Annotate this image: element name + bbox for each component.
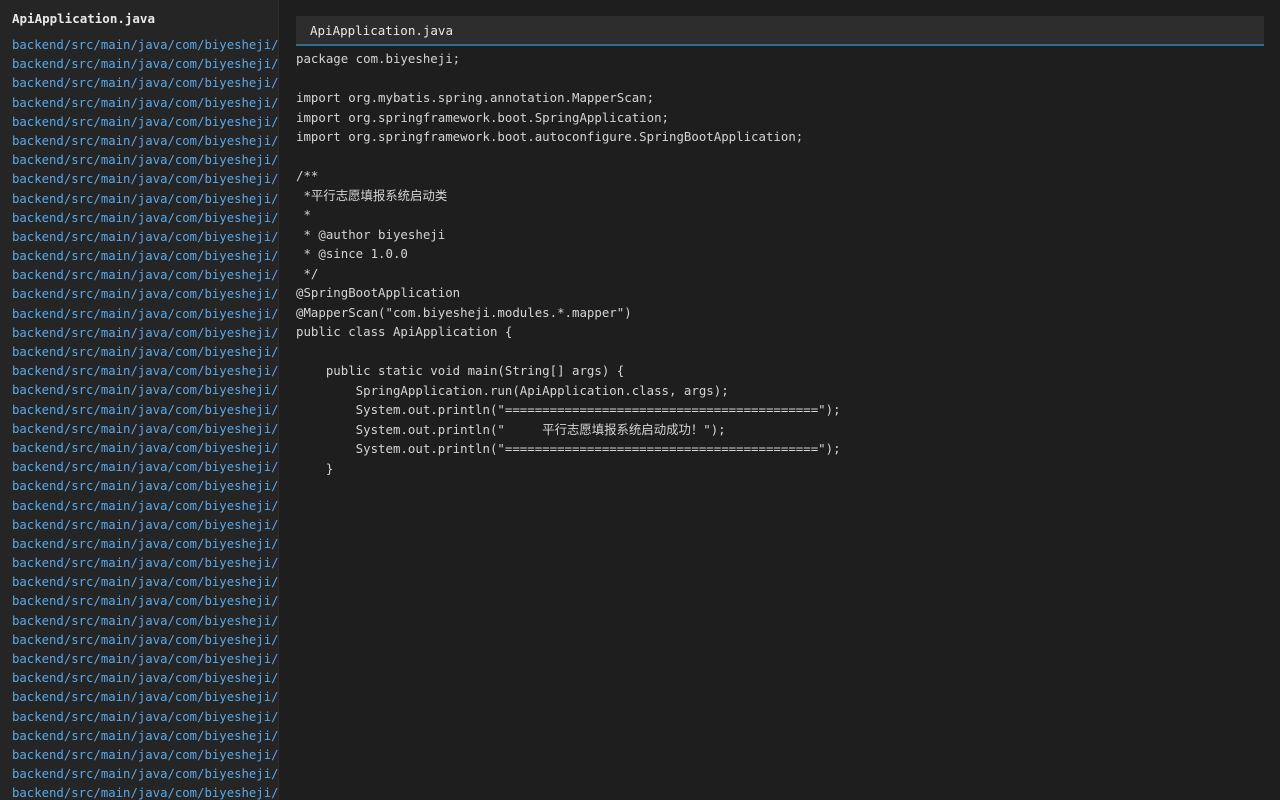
file-list-item[interactable]: backend/src/main/java/com/biyesheji/c — [12, 132, 278, 151]
code-line: import org.springframework.boot.SpringAp… — [296, 109, 669, 125]
file-list-item[interactable]: backend/src/main/java/com/biyesheji/c — [12, 113, 278, 132]
code-line: System.out.println("====================… — [296, 441, 841, 456]
code-line: *平行志愿填报系统启动类 — [296, 187, 448, 203]
code-line: SpringApplication.run(ApiApplication.cla… — [296, 382, 729, 398]
file-list-item[interactable]: backend/src/main/java/com/biyesheji/m — [12, 784, 278, 800]
code-line: @MapperScan("com.biyesheji.modules.*.map… — [296, 304, 632, 320]
code-line: * — [296, 207, 311, 222]
tab-api-application[interactable]: ApiApplication.java — [310, 23, 453, 38]
editor-panel: ApiApplication.java package com.biyeshej… — [296, 16, 1264, 800]
code-line: /** — [296, 168, 319, 183]
code-line: import org.mybatis.spring.annotation.Map… — [296, 90, 655, 105]
file-list-item[interactable]: backend/src/main/java/com/biyesheji/c — [12, 477, 278, 496]
file-list-item[interactable]: backend/src/main/java/com/biyesheji/c — [12, 209, 278, 228]
file-list-item[interactable]: backend/src/main/java/com/biyesheji/c — [12, 94, 278, 113]
file-list-item[interactable]: backend/src/main/java/com/biyesheji/m — [12, 688, 278, 707]
file-list-item[interactable]: backend/src/main/java/com/biyesheji/m — [12, 727, 278, 746]
file-list-item[interactable]: backend/src/main/java/com/biyesheji/m — [12, 592, 278, 611]
code-line: package com.biyesheji; — [296, 51, 461, 66]
file-list-item[interactable]: backend/src/main/java/com/biyesheji/A — [12, 36, 278, 55]
file-list-item[interactable]: backend/src/main/java/com/biyesheji/m — [12, 631, 278, 650]
file-list-item[interactable]: backend/src/main/java/com/biyesheji/c — [12, 381, 278, 400]
file-list-item[interactable]: backend/src/main/java/com/biyesheji/c — [12, 497, 278, 516]
app-window: ApiApplication.java backend/src/main/jav… — [0, 0, 1280, 800]
code-line: * @author biyesheji — [296, 226, 446, 242]
file-list-item[interactable]: backend/src/main/java/com/biyesheji/c — [12, 554, 278, 573]
code-line: public static void main(String[] args) { — [296, 363, 625, 378]
file-list-item[interactable]: backend/src/main/java/com/biyesheji/c — [12, 439, 278, 458]
code-line: System.out.println("====================… — [296, 402, 841, 417]
file-list-item[interactable]: backend/src/main/java/com/biyesheji/c — [12, 458, 278, 477]
code-line: import org.springframework.boot.autoconf… — [296, 129, 804, 144]
tab-bar: ApiApplication.java — [296, 16, 1264, 46]
code-line: public class ApiApplication { — [296, 324, 513, 339]
file-list-item[interactable]: backend/src/main/java/com/biyesheji/c — [12, 247, 278, 266]
code-line: * @since 1.0.0 — [296, 246, 408, 261]
file-list-item[interactable]: backend/src/main/java/com/biyesheji/m — [12, 746, 278, 765]
file-list-item[interactable]: backend/src/main/java/com/biyesheji/c — [12, 285, 278, 304]
file-list-item[interactable]: backend/src/main/java/com/biyesheji/c — [12, 151, 278, 170]
file-list-item[interactable]: backend/src/main/java/com/biyesheji/c — [12, 324, 278, 343]
code-line: } — [296, 460, 334, 476]
file-list-item[interactable]: backend/src/main/java/com/biyesheji/c — [12, 573, 278, 592]
code-editor[interactable]: package com.biyesheji; import org.mybatis… — [296, 49, 1264, 478]
file-list-item[interactable]: backend/src/main/java/com/biyesheji/c — [12, 170, 278, 189]
file-list-item[interactable]: backend/src/main/java/com/biyesheji/m — [12, 708, 278, 727]
code-line: */ — [296, 265, 319, 281]
file-list-item[interactable]: backend/src/main/java/com/biyesheji/c — [12, 55, 278, 74]
file-list-item[interactable]: backend/src/main/java/com/biyesheji/c — [12, 266, 278, 285]
file-list-item[interactable]: backend/src/main/java/com/biyesheji/c — [12, 401, 278, 420]
file-list-item[interactable]: backend/src/main/java/com/biyesheji/c — [12, 362, 278, 381]
code-line: @SpringBootApplication — [296, 285, 461, 300]
file-list-item[interactable]: backend/src/main/java/com/biyesheji/c — [12, 343, 278, 362]
sidebar-title: ApiApplication.java — [12, 11, 155, 26]
file-list-item[interactable]: backend/src/main/java/com/biyesheji/c — [12, 74, 278, 93]
file-list-item[interactable]: backend/src/main/java/com/biyesheji/c — [12, 305, 278, 324]
file-sidebar: ApiApplication.java backend/src/main/jav… — [0, 0, 279, 800]
file-list: backend/src/main/java/com/biyesheji/A bac… — [12, 36, 278, 800]
file-list-item[interactable]: backend/src/main/java/com/biyesheji/c — [12, 190, 278, 209]
file-list-item[interactable]: backend/src/main/java/com/biyesheji/c — [12, 516, 278, 535]
file-list-item[interactable]: backend/src/main/java/com/biyesheji/c — [12, 420, 278, 439]
file-list-item[interactable]: backend/src/main/java/com/biyesheji/m — [12, 669, 278, 688]
file-list-item[interactable]: backend/src/main/java/com/biyesheji/m — [12, 612, 278, 631]
file-list-item[interactable]: backend/src/main/java/com/biyesheji/m — [12, 765, 278, 784]
file-list-item[interactable]: backend/src/main/java/com/biyesheji/m — [12, 650, 278, 669]
file-list-item[interactable]: backend/src/main/java/com/biyesheji/c — [12, 535, 278, 554]
code-line: System.out.println(" 平行志愿填报系统启动成功！"); — [296, 421, 726, 437]
file-list-item[interactable]: backend/src/main/java/com/biyesheji/c — [12, 228, 278, 247]
